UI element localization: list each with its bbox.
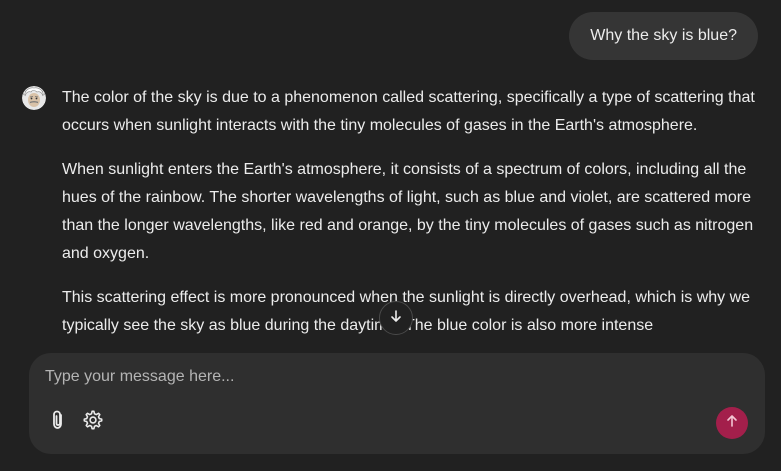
user-message-bubble: Why the sky is blue? (569, 12, 758, 60)
assistant-paragraph-1: The color of the sky is due to a phenome… (62, 89, 755, 134)
send-button[interactable] (716, 407, 748, 439)
einstein-avatar-icon (22, 86, 46, 110)
chat-window: Why the sky is blue? The color of the sk… (0, 0, 781, 471)
attach-button[interactable] (46, 410, 70, 434)
gear-icon (82, 409, 104, 436)
arrow-up-icon (725, 414, 739, 433)
assistant-paragraph-2: When sunlight enters the Earth's atmosph… (62, 161, 754, 262)
message-composer (29, 353, 765, 454)
paperclip-icon (48, 409, 68, 436)
arrow-down-icon (389, 309, 403, 328)
settings-button[interactable] (81, 410, 105, 434)
message-input[interactable] (45, 365, 705, 389)
user-message-text: Why the sky is blue? (590, 27, 737, 44)
scroll-to-bottom-button[interactable] (379, 301, 413, 335)
